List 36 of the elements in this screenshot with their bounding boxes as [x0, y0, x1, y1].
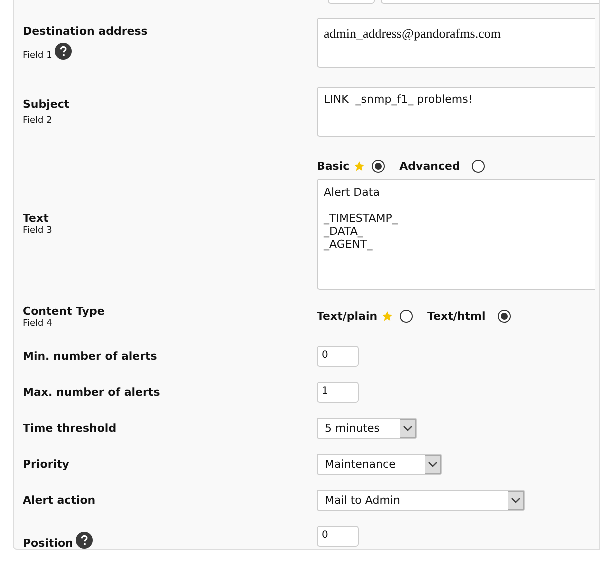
- field-label: Time threshold: [23, 422, 117, 435]
- option-label: Text/html: [428, 310, 486, 322]
- dropdown[interactable]: Maintenance: [317, 454, 442, 475]
- field-sublabel: Field 1: [23, 51, 52, 61]
- radio-button[interactable]: [498, 310, 511, 322]
- caret-icon: [400, 419, 416, 438]
- caret-icon: [425, 455, 441, 474]
- field-label: Destination address: [23, 25, 148, 38]
- input-field[interactable]: 0: [317, 346, 359, 367]
- text-area[interactable]: admin_address@pandorafms.com: [317, 18, 595, 68]
- text-area[interactable]: Alert Data _TIMESTAMP_ _DATA_ _AGENT_: [317, 179, 595, 290]
- field-label: Alert action: [23, 494, 96, 507]
- field-sublabel: Field 4: [23, 319, 52, 329]
- option-label: Basic: [317, 160, 350, 172]
- radio-button[interactable]: [372, 160, 385, 172]
- field-label: Subject: [23, 98, 70, 111]
- field-sublabel: Field 2: [23, 116, 52, 126]
- field-label: Text: [23, 212, 49, 224]
- field-label: Content Type: [23, 305, 105, 318]
- text-area[interactable]: LINK _snmp_f1_ problems!: [317, 87, 595, 137]
- dropdown[interactable]: Mail to Admin: [317, 490, 525, 511]
- option-label: Text/plain: [317, 310, 378, 322]
- help-icon[interactable]: [55, 43, 72, 60]
- radio-button[interactable]: [400, 310, 413, 322]
- help-icon[interactable]: [76, 532, 94, 548]
- field-label: Priority: [23, 458, 70, 471]
- field-label: Position: [23, 536, 74, 549]
- dropdown[interactable]: 5 minutes: [317, 418, 417, 439]
- field-sublabel: Field 3: [23, 226, 52, 236]
- input-field[interactable]: 1: [317, 382, 359, 403]
- option-label: Advanced: [400, 160, 460, 172]
- field-label: Max. number of alerts: [23, 386, 160, 399]
- input-field[interactable]: 0: [317, 526, 359, 547]
- radio-button[interactable]: [472, 160, 486, 172]
- field-label: Min. number of alerts: [23, 350, 158, 363]
- caret-icon: [508, 491, 524, 510]
